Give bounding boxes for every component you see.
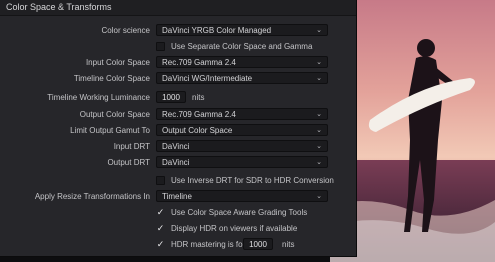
output-drt-select[interactable]: DaVinci ⌄ (156, 156, 328, 168)
row-resize-transforms: Apply Resize Transformations In Timeline… (0, 190, 356, 204)
hdr-mastering-unit: nits (282, 240, 295, 249)
chevron-down-icon: ⌄ (316, 59, 322, 66)
resize-transforms-select[interactable]: Timeline ⌄ (156, 190, 328, 202)
resize-transforms-label: Apply Resize Transformations In (34, 192, 150, 201)
row-timeline-cs: Timeline Color Space DaVinci WG/Intermed… (0, 72, 356, 86)
display-hdr-label: Display HDR on viewers if available (171, 224, 298, 233)
inverse-drt-label: Use Inverse DRT for SDR to HDR Conversio… (171, 176, 334, 185)
row-limit-gamut: Limit Output Gamut To Output Color Space… (0, 124, 356, 138)
chevron-down-icon: ⌄ (316, 27, 322, 34)
limit-gamut-select[interactable]: Output Color Space ⌄ (156, 124, 328, 136)
chevron-down-icon: ⌄ (316, 143, 322, 150)
output-cs-select[interactable]: Rec.709 Gamma 2.4 ⌄ (156, 108, 328, 120)
row-working-luminance: Timeline Working Luminance 1000 nits (0, 91, 356, 105)
chevron-down-icon: ⌄ (316, 75, 322, 82)
row-output-drt: Output DRT DaVinci ⌄ (0, 156, 356, 170)
chevron-down-icon: ⌄ (316, 127, 322, 134)
input-drt-select[interactable]: DaVinci ⌄ (156, 140, 328, 152)
separate-cs-gamma-checkbox[interactable] (156, 42, 165, 51)
output-drt-label: Output DRT (107, 158, 150, 167)
row-cs-aware-tools: ✓ Use Color Space Aware Grading Tools (0, 206, 356, 220)
hdr-mastering-label: HDR mastering is for (171, 240, 246, 249)
row-hdr-mastering: ✓ HDR mastering is for 1000 nits (0, 238, 356, 252)
separate-cs-gamma-label: Use Separate Color Space and Gamma (171, 42, 313, 51)
input-drt-label: Input DRT (113, 142, 150, 151)
app-window: Color Space & Transforms Color science D… (0, 0, 495, 262)
checkmark-icon[interactable]: ✓ (156, 208, 165, 217)
checkmark-icon[interactable]: ✓ (156, 224, 165, 233)
hdr-mastering-input[interactable]: 1000 (243, 238, 273, 250)
timeline-cs-label: Timeline Color Space (73, 74, 150, 83)
output-cs-label: Output Color Space (79, 110, 150, 119)
row-display-hdr: ✓ Display HDR on viewers if available (0, 222, 356, 236)
cs-aware-tools-label: Use Color Space Aware Grading Tools (171, 208, 308, 217)
timeline-cs-select[interactable]: DaVinci WG/Intermediate ⌄ (156, 72, 328, 84)
chevron-down-icon: ⌄ (316, 111, 322, 118)
color-space-panel: Color Space & Transforms Color science D… (0, 0, 357, 257)
chevron-down-icon: ⌄ (316, 193, 322, 200)
row-separate-cs-gamma: Use Separate Color Space and Gamma (0, 40, 356, 54)
row-color-science: Color science DaVinci YRGB Color Managed… (0, 24, 356, 38)
chevron-down-icon: ⌄ (316, 159, 322, 166)
color-science-select[interactable]: DaVinci YRGB Color Managed ⌄ (156, 24, 328, 36)
working-luminance-label: Timeline Working Luminance (47, 93, 150, 102)
limit-gamut-label: Limit Output Gamut To (70, 126, 150, 135)
inverse-drt-checkbox[interactable] (156, 176, 165, 185)
working-luminance-input[interactable]: 1000 (156, 91, 186, 103)
row-inverse-drt: Use Inverse DRT for SDR to HDR Conversio… (0, 174, 356, 188)
working-luminance-unit: nits (192, 93, 205, 102)
row-input-cs: Input Color Space Rec.709 Gamma 2.4 ⌄ (0, 56, 356, 70)
panel-title: Color Space & Transforms (0, 0, 356, 16)
color-science-label: Color science (101, 26, 150, 35)
checkmark-icon[interactable]: ✓ (156, 240, 165, 249)
input-cs-select[interactable]: Rec.709 Gamma 2.4 ⌄ (156, 56, 328, 68)
input-cs-label: Input Color Space (85, 58, 150, 67)
row-input-drt: Input DRT DaVinci ⌄ (0, 140, 356, 154)
row-output-cs: Output Color Space Rec.709 Gamma 2.4 ⌄ (0, 108, 356, 122)
